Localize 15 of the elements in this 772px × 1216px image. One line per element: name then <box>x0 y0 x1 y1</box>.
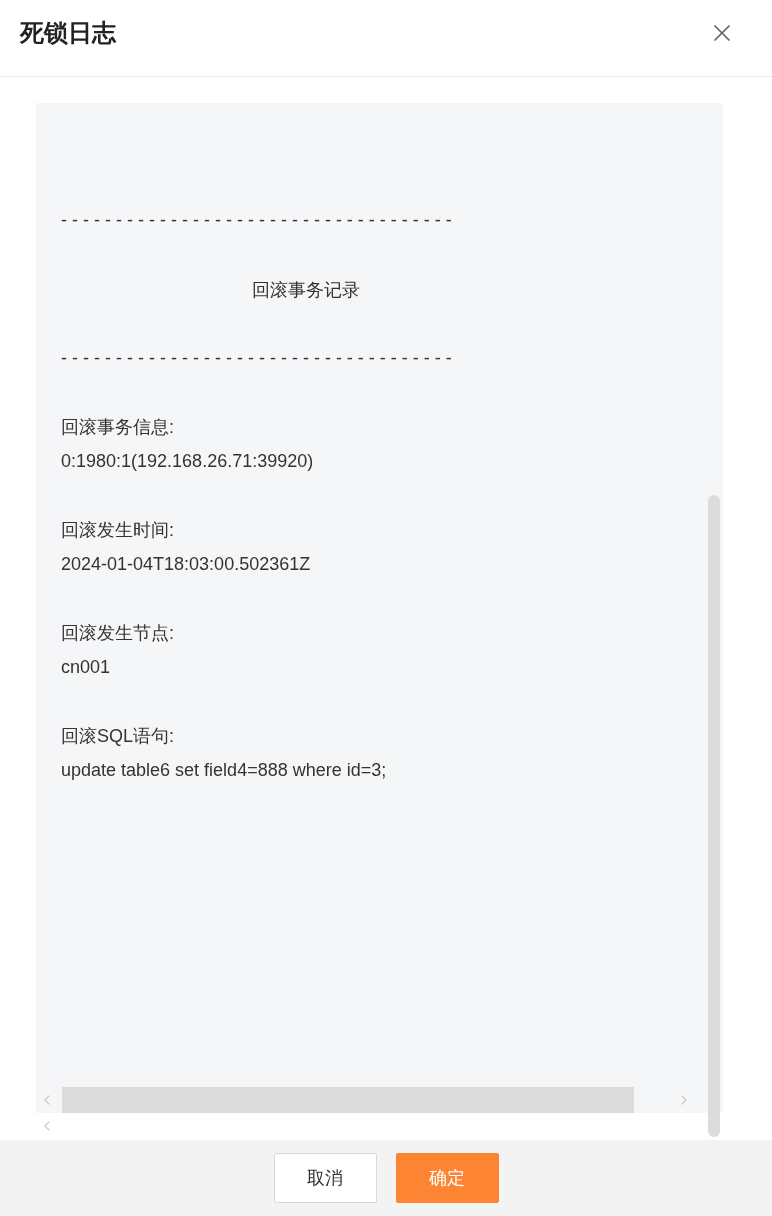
field-value: update table6 set field4=888 where id=3; <box>61 759 387 782</box>
field-label: 回滚发生时间: <box>61 519 174 542</box>
dialog-title: 死锁日志 <box>20 18 116 48</box>
log-heading: 回滚事务记录 <box>252 279 360 302</box>
separator-line: - - - - - - - - - - - - - - - - - - - - - - - - - - - - - - - - - - - - <box>61 209 452 232</box>
field-label: 回滚发生节点: <box>61 622 174 645</box>
horizontal-scrollbar[interactable] <box>62 1087 634 1113</box>
field-label: 回滚SQL语句: <box>61 725 175 748</box>
field-value: 2024-01-04T18:03:00.502361Z <box>61 553 311 576</box>
field-label: 回滚事务信息: <box>61 416 174 439</box>
vertical-scrollbar[interactable] <box>708 495 720 1137</box>
separator-line: - - - - - - - - - - - - - - - - - - - - - - - - - - - - - - - - - - - - <box>61 347 452 370</box>
field-value: 0:1980:1(192.168.26.71:39920) <box>61 450 314 473</box>
field-value: cn001 <box>61 656 111 679</box>
cancel-button[interactable]: 取消 <box>273 1153 377 1203</box>
